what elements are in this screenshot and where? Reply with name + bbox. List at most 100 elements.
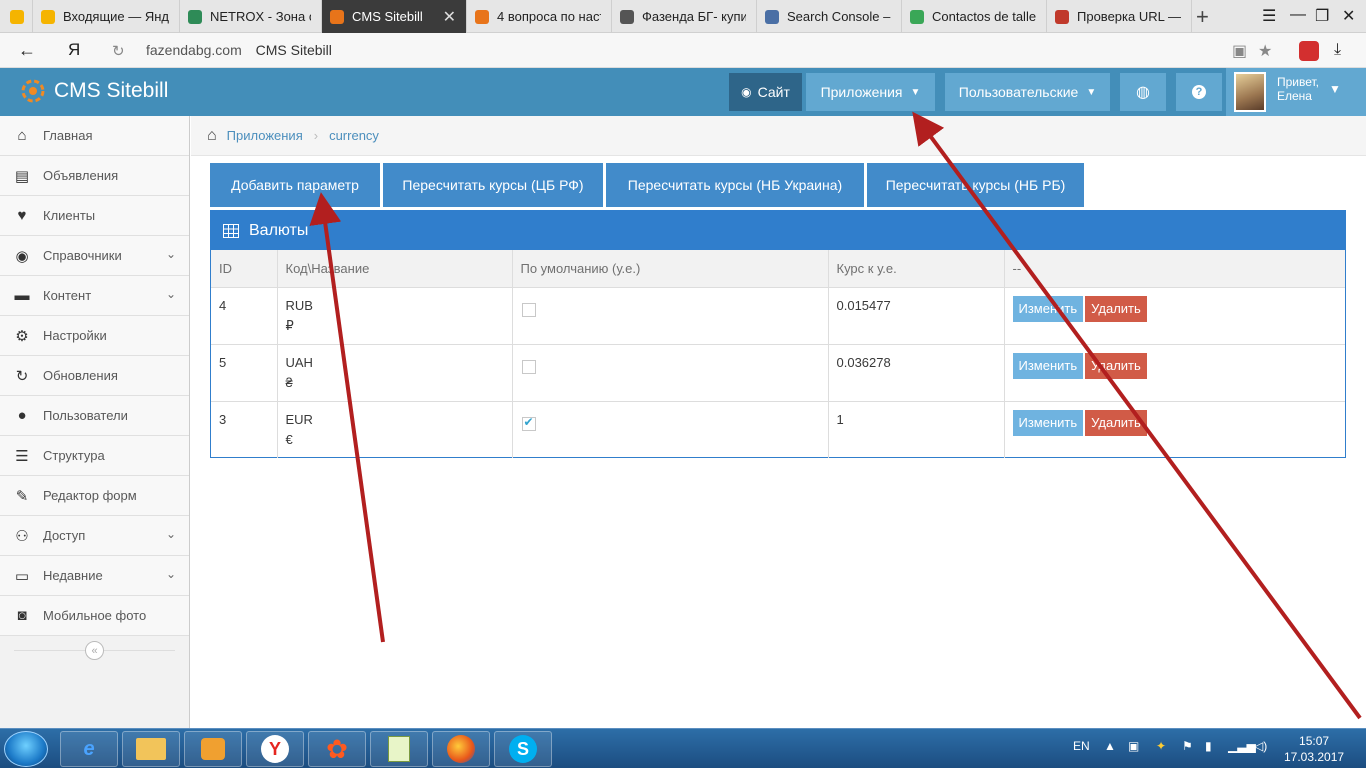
recalc-nbrb-button[interactable]: Пересчитать курсы (НБ РБ) (867, 163, 1084, 207)
close-tab-icon[interactable]: ✕ (443, 7, 456, 27)
notes-app-icon[interactable] (370, 731, 428, 767)
browser-tab[interactable]: Фазенда БГ- купит (612, 0, 757, 33)
sidebar-item[interactable]: ⚙ Настройки (0, 316, 189, 356)
sidebar-item[interactable]: ◙ Мобильное фото (0, 596, 189, 636)
language-indicator[interactable]: EN (1073, 739, 1090, 753)
browser-tab[interactable]: Проверка URL — (1047, 0, 1192, 33)
internet-explorer-icon[interactable]: e (60, 731, 118, 767)
show-hidden-icons-icon[interactable]: ▲ (1104, 739, 1116, 753)
home-icon[interactable]: ⌂ (207, 127, 217, 145)
user-menu-label: Пользовательские (958, 84, 1079, 100)
back-icon[interactable]: ← (18, 40, 36, 61)
delete-button[interactable]: Удалить (1085, 352, 1147, 379)
cell-rate: 0.036278 (828, 344, 1005, 402)
cell-rate: 0.015477 (828, 287, 1005, 345)
extension-icon[interactable] (1299, 41, 1319, 61)
windows-taskbar: e Y ✿ S EN ▲ ▣ ✦ ⚑ ▮ ▁▃▅ ◁) 15:07 17.03.… (0, 728, 1366, 768)
sidebar-item[interactable]: ⌂ Главная (0, 116, 189, 156)
sidebar-item[interactable]: ♥ Клиенты (0, 196, 189, 236)
bookmark-star-icon[interactable]: ★ (1258, 41, 1272, 61)
power-icon[interactable]: ▮ (1205, 739, 1212, 753)
add-parameter-button[interactable]: Добавить параметр (210, 163, 380, 207)
new-tab-button[interactable]: + (1196, 4, 1209, 30)
group-icon: ⚇ (15, 527, 29, 545)
cell-code: UAH ₴ (277, 344, 513, 402)
yandex-icon[interactable]: Я (68, 40, 80, 60)
recalc-cbrf-button[interactable]: Пересчитать курсы (ЦБ РФ) (383, 163, 603, 207)
breadcrumb-current[interactable]: currency (329, 128, 379, 143)
edit-button[interactable]: Изменить (1012, 295, 1084, 322)
browser-tab[interactable]: CMS Sitebill ✕ (322, 0, 467, 33)
breadcrumb-apps-link[interactable]: Приложения (227, 128, 303, 143)
help-button[interactable]: ? (1176, 73, 1222, 111)
delete-button[interactable]: Удалить (1085, 295, 1147, 322)
default-checkbox[interactable] (521, 359, 536, 374)
url-field[interactable]: fazendabg.com CMS Sitebill (146, 42, 332, 58)
eye-icon: ◉ (741, 85, 752, 99)
brand[interactable]: CMS Sitebill (20, 78, 168, 104)
default-checkbox[interactable] (521, 302, 536, 317)
sidebar-item-label: Контент (43, 288, 92, 303)
yandex-browser-icon[interactable]: Y (246, 731, 304, 767)
reload-icon[interactable]: ↻ (112, 42, 125, 60)
file-explorer-icon[interactable] (122, 731, 180, 767)
sidebar-item[interactable]: ✎ Редактор форм (0, 476, 189, 516)
sidebar-item[interactable]: ☰ Структура (0, 436, 189, 476)
currency-code: EUR (285, 411, 313, 427)
edit-button[interactable]: Изменить (1012, 409, 1084, 436)
sidebar-item[interactable]: ↻ Обновления (0, 356, 189, 396)
sidebar-item[interactable]: ▤ Объявления (0, 156, 189, 196)
restore-icon[interactable]: ❐ (1315, 6, 1329, 26)
cms-navbar: CMS Sitebill ◉ Сайт Приложения ▼ Пользов… (0, 68, 1366, 116)
sidebar-item[interactable]: ⚇ Доступ ⌄ (0, 516, 189, 556)
edit-button[interactable]: Изменить (1012, 352, 1084, 379)
sidebar-item[interactable]: ▭ Недавние ⌄ (0, 556, 189, 596)
browser-tab[interactable]: Search Console – Г (757, 0, 902, 33)
lock-icon[interactable]: ▣ (1232, 41, 1247, 61)
tab-favicon-icon (765, 9, 779, 24)
sidebar-item-label: Редактор форм (43, 488, 137, 503)
default-checkbox[interactable] (521, 415, 536, 431)
menu-icon[interactable]: ☰ (1262, 6, 1276, 26)
site-button[interactable]: ◉ Сайт (729, 73, 802, 111)
tab-title: Входящие — Янде (63, 9, 169, 24)
browser-tab[interactable]: 4 вопроса по наст (467, 0, 612, 33)
pinned-tab[interactable] (0, 0, 33, 33)
sidebar-item[interactable]: ● Пользователи (0, 396, 189, 436)
browser-tab[interactable]: Входящие — Янде (33, 0, 180, 33)
user-profile-menu[interactable]: Привет, Елена ▼ (1226, 68, 1366, 116)
sidebar-item[interactable]: ▬ Контент ⌄ (0, 276, 189, 316)
user-menu-dropdown[interactable]: Пользовательские ▼ (945, 73, 1110, 111)
column-header-code[interactable]: Код\Название (277, 250, 513, 288)
system-clock[interactable]: 15:07 17.03.2017 (1284, 733, 1344, 765)
collapse-sidebar-icon[interactable]: « (85, 641, 104, 660)
column-header-id[interactable]: ID (211, 250, 278, 288)
firefox-icon[interactable] (432, 731, 490, 767)
download-icon[interactable]: ⤓ (1334, 41, 1341, 59)
apps-dropdown[interactable]: Приложения ▼ (806, 73, 935, 111)
delete-button[interactable]: Удалить (1085, 409, 1147, 436)
chevron-down-icon: ▼ (1086, 86, 1097, 98)
start-button[interactable] (4, 731, 48, 767)
network-signal-icon[interactable]: ▁▃▅ (1228, 739, 1256, 753)
sidebar-item-label: Недавние (43, 568, 103, 583)
tab-favicon-icon (330, 9, 344, 24)
sidebar-item-label: Справочники (43, 248, 122, 263)
column-header-rate[interactable]: Курс к у.е. (828, 250, 1005, 288)
media-player-icon[interactable] (184, 731, 242, 767)
skype-icon[interactable]: S (494, 731, 552, 767)
tray-notify-icon[interactable]: ✦ (1156, 739, 1166, 753)
browser-tab[interactable]: NETROX - Зона об (180, 0, 322, 33)
media-reel-icon[interactable]: ✿ (308, 731, 366, 767)
action-center-flag-icon[interactable]: ⚑ (1182, 739, 1193, 753)
recalc-nbu-button[interactable]: Пересчитать курсы (НБ Украина) (606, 163, 864, 207)
browser-tab[interactable]: Contactos de taller (902, 0, 1047, 33)
column-header-default[interactable]: По умолчанию (у.е.) (512, 250, 829, 288)
minimize-icon[interactable]: — (1290, 6, 1306, 24)
tray-app-icon[interactable]: ▣ (1128, 739, 1139, 753)
globe-button[interactable]: ◍ (1120, 73, 1166, 111)
sidebar-item[interactable]: ◉ Справочники ⌄ (0, 236, 189, 276)
close-window-icon[interactable]: ✕ (1342, 6, 1355, 26)
cell-id: 5 (211, 344, 278, 402)
volume-icon[interactable]: ◁) (1254, 739, 1267, 753)
